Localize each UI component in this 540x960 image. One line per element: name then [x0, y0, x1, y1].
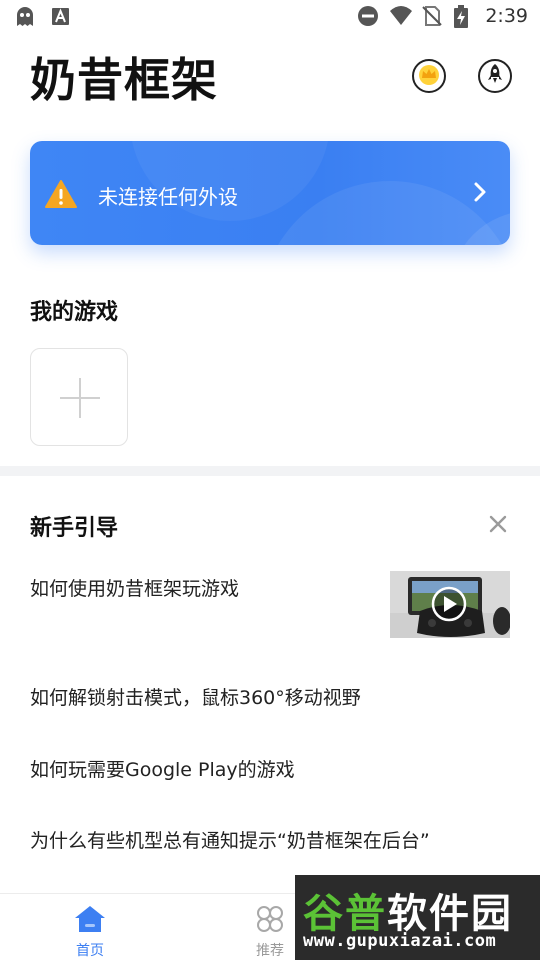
watermark-url: www.gupuxiazai.com [303, 931, 497, 951]
wifi-icon [389, 5, 413, 27]
nav-tab-recommend[interactable]: 推荐 [240, 904, 300, 960]
font-a-icon [50, 6, 72, 28]
grid-icon [254, 906, 286, 938]
battery-charging-icon [453, 5, 475, 28]
my-games-heading: 我的游戏 [30, 300, 119, 325]
close-icon[interactable] [488, 514, 508, 534]
page-title: 奶昔框架 [30, 53, 218, 107]
guide-heading: 新手引导 [30, 516, 119, 541]
video-thumbnail[interactable] [390, 571, 510, 638]
nav-label-home: 首页 [76, 943, 104, 959]
home-icon [73, 906, 107, 938]
ghost-icon [14, 6, 36, 28]
crown-vip-icon [417, 63, 441, 89]
device-connection-card[interactable]: 未连接任何外设 [30, 141, 510, 245]
add-game-button[interactable] [30, 348, 128, 446]
rocket-button[interactable] [478, 59, 512, 93]
device-status-text: 未连接任何外设 [98, 185, 238, 209]
rocket-icon [485, 63, 505, 89]
warning-icon [44, 179, 78, 209]
clock-time: 2:39 [485, 5, 528, 27]
no-sim-icon [421, 5, 443, 27]
nav-label-recommend: 推荐 [256, 943, 284, 959]
nav-tab-home[interactable]: 首页 [60, 904, 120, 960]
guide-item[interactable]: 为什么有些机型总有通知提示“奶昔框架在后台” [30, 826, 430, 853]
guide-item[interactable]: 如何玩需要Google Play的游戏 [30, 755, 295, 782]
guide-item[interactable]: 如何解锁射击模式，鼠标360°移动视野 [30, 683, 361, 710]
chevron-right-icon [472, 181, 488, 203]
watermark-logo: 谷普软件园 www.gupuxiazai.com [295, 875, 540, 960]
status-bar: 2:39 [0, 0, 540, 36]
guide-item[interactable]: 如何使用奶昔框架玩游戏 [30, 574, 239, 601]
section-divider [0, 466, 540, 476]
do-not-disturb-icon [357, 5, 379, 27]
vip-button[interactable] [412, 59, 446, 93]
